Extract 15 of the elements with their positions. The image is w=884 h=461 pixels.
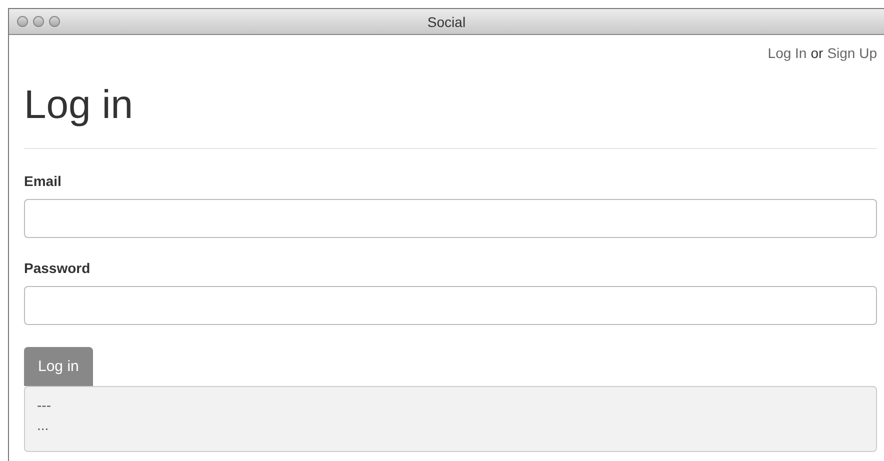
login-button[interactable]: Log in [24,347,93,386]
field-label: Password [24,260,92,276]
separator-text: or [810,45,824,61]
minimize-icon[interactable] [33,16,44,27]
output-line: --- [37,397,52,413]
window-title: Social [427,14,466,30]
page-heading: Log in [24,82,134,129]
zoom-icon[interactable] [49,16,60,27]
input-field[interactable] [24,286,877,325]
signup-link[interactable]: Sign Up [827,45,877,61]
close-icon[interactable] [17,16,28,27]
input-field[interactable] [24,199,877,238]
field-label: Email [24,173,62,189]
output-line: ... [37,417,50,433]
login-link[interactable]: Log In [768,45,807,61]
